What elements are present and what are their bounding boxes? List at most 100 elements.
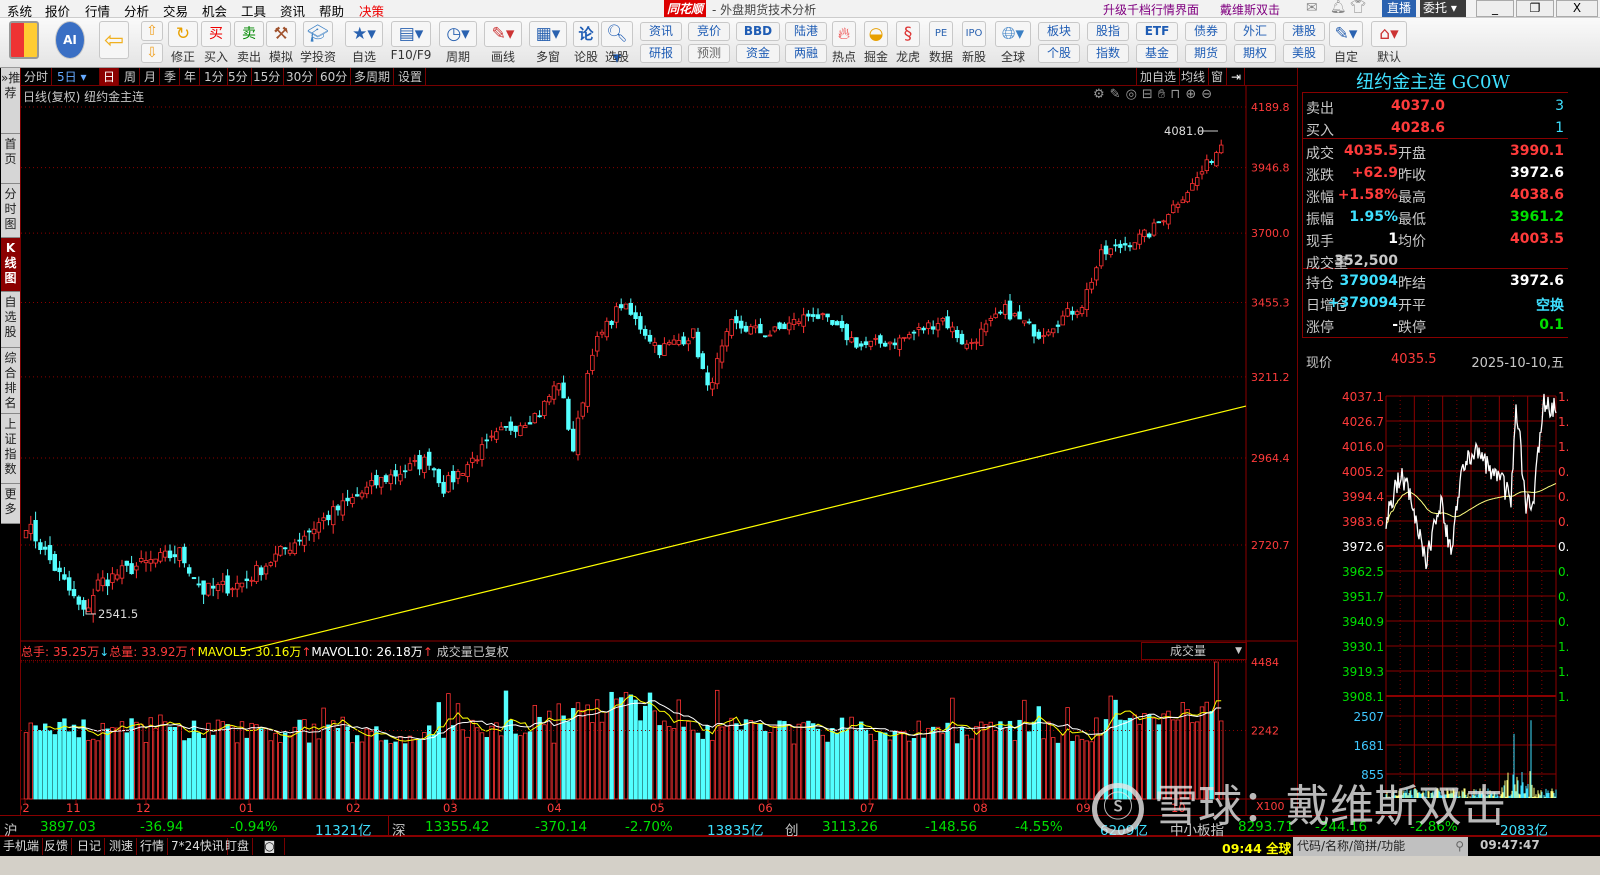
user-name[interactable]: 戴维斯双击	[1220, 1, 1280, 18]
arrow-down-icon[interactable]: ⇩	[141, 43, 163, 63]
candle-body	[306, 530, 312, 533]
candle-body	[806, 313, 811, 317]
default-button[interactable]: ⌂▾ 默认	[1370, 21, 1408, 65]
status-diary[interactable]: 日记	[74, 838, 106, 855]
volume-bar	[95, 740, 101, 800]
index-name[interactable]: 沪	[4, 819, 18, 839]
simulate-button[interactable]: ⚒ 模拟	[266, 21, 296, 65]
tab-sh-index[interactable]: 上证指数	[1, 414, 20, 484]
learn-button[interactable]: 🎓︎ 学投资	[299, 21, 337, 65]
ai-button[interactable]: AI	[52, 21, 88, 65]
layout-button[interactable]	[6, 21, 42, 65]
hk-stock-button[interactable]: 港股	[1283, 22, 1325, 41]
status-feedback[interactable]: 反馈	[41, 838, 73, 855]
multiwindow-button[interactable]: ▦▾ 多窗	[528, 21, 568, 65]
index-change: -148.56	[925, 819, 978, 835]
hk-connect-button[interactable]: 陆港	[785, 22, 827, 41]
status-market[interactable]: 行情	[137, 838, 169, 855]
tab-intraday[interactable]: 分时图	[1, 184, 20, 238]
status-watch[interactable]: 盯盘	[222, 838, 254, 855]
quote-label: 涨跌	[1306, 168, 1334, 184]
period-button[interactable]: ◷▾ 周期	[438, 21, 478, 65]
gold-dig-button[interactable]: ◒ 掘金	[862, 21, 890, 65]
live-button[interactable]: 直播	[1382, 0, 1416, 17]
research-button[interactable]: 研报	[640, 44, 682, 63]
candlestick-chart[interactable]: 4189.8 3946.8 3700.0 3455.3 3211.2 2964.4 2720…	[21, 68, 1298, 815]
volume-bar	[671, 728, 677, 800]
hot-button[interactable]: 🔥︎ 热点	[830, 21, 858, 65]
index-name[interactable]: 深	[392, 819, 406, 839]
tab-home[interactable]: 首页	[1, 134, 20, 184]
volume-bar	[522, 732, 528, 800]
tab-watchlist[interactable]: 自选股	[1, 292, 20, 348]
quote-label: 昨收	[1398, 168, 1426, 184]
tab-kline[interactable]: K线图	[1, 238, 20, 292]
forecast-button[interactable]: 预测	[688, 44, 730, 63]
tab-recommend[interactable]: »推荐	[1, 68, 20, 134]
options-button[interactable]: 期权	[1234, 44, 1276, 63]
custom-button[interactable]: ✎▾ 自定	[1328, 21, 1364, 65]
tab-more[interactable]: 更多	[1, 484, 20, 524]
volume-bar	[388, 743, 393, 800]
candle-body	[95, 579, 101, 591]
status-speedtest[interactable]: 测速	[106, 838, 138, 855]
dragon-tiger-button[interactable]: § 龙虎	[894, 21, 922, 65]
fund-button[interactable]: 基金	[1136, 44, 1178, 63]
status-mobile[interactable]: 手机端	[0, 838, 44, 855]
minimize-button[interactable]: _	[1476, 0, 1514, 17]
buy-button[interactable]: 买买入	[201, 21, 231, 65]
sector-button[interactable]: 板块	[1038, 22, 1080, 41]
robot-icon[interactable]: ◙	[255, 838, 285, 855]
stock-picker-button[interactable]: 🔍︎▾ 选股	[600, 21, 634, 68]
news-ticker[interactable]: 09:44 全球	[1222, 838, 1291, 857]
bell-icon[interactable]: 🔔︎	[1330, 0, 1347, 15]
low-annotation: 2541.5	[98, 607, 138, 621]
quote-value: 1	[1388, 231, 1398, 247]
bbd-button[interactable]: BBD	[736, 22, 780, 41]
forum-button[interactable]: 论论股	[572, 21, 600, 65]
stock-button[interactable]: 个股	[1038, 44, 1080, 63]
kline-chart-panel[interactable]: 分时 5日 ▾ 日 周 月 季 年 1分 5分 15分 30分 60分 多周期 …	[20, 68, 1298, 815]
correct-button[interactable]: ↻ 修正	[168, 21, 198, 65]
status-news-724[interactable]: 7*24快讯	[168, 838, 228, 855]
index-button[interactable]: 指数	[1087, 44, 1129, 63]
etf-button[interactable]: ETF	[1136, 22, 1178, 41]
indicator-select[interactable]: 成交量 ▼	[1141, 642, 1247, 660]
search-icon: ⚲	[1455, 839, 1464, 853]
auction-button[interactable]: 竞价	[688, 22, 730, 41]
watchlist-button[interactable]: ★▾ 自选	[344, 21, 384, 65]
draw-button[interactable]: ✎▾ 画线	[483, 21, 523, 65]
upgrade-link[interactable]: 升级千档行情界面	[1103, 1, 1199, 18]
funds-button[interactable]: 资金	[736, 44, 780, 63]
mail-icon[interactable]: ✉	[1306, 0, 1318, 16]
margin-button[interactable]: 两融	[785, 44, 827, 63]
news-button[interactable]: 资讯	[640, 22, 682, 41]
quote-label: 持仓	[1306, 276, 1334, 292]
tab-ranking[interactable]: 综合排名	[1, 348, 20, 414]
date-tick-label: 05	[650, 801, 665, 815]
back-button[interactable]: ⇦	[96, 21, 132, 65]
us-stock-button[interactable]: 美股	[1283, 44, 1325, 63]
index-name[interactable]: 创	[785, 819, 799, 839]
shirt-icon[interactable]: 👕︎	[1350, 0, 1367, 15]
f10-button[interactable]: ▤▾ F10/F9	[388, 21, 434, 65]
sell-button[interactable]: 卖卖出	[234, 21, 264, 65]
search-input[interactable]: 代码/名称/简拼/功能 ⚲	[1293, 837, 1468, 856]
page-up-down[interactable]: ⇧ ⇩	[140, 21, 164, 65]
data-button[interactable]: PE 数据	[927, 21, 955, 65]
ipo-button[interactable]: IPO 新股	[960, 21, 988, 65]
bond-button[interactable]: 债券	[1185, 22, 1227, 41]
index-name[interactable]: 中小板指	[1170, 819, 1224, 839]
futures-button[interactable]: 期货	[1185, 44, 1227, 63]
intraday-mini-chart[interactable]: 4037.11.62%4026.71.36%4016.01.09%4005.20…	[1298, 373, 1600, 815]
date-tick-label: 07	[860, 801, 875, 815]
restore-button[interactable]: ❐	[1516, 0, 1554, 17]
index-futures-button[interactable]: 股指	[1087, 22, 1129, 41]
arrow-up-icon[interactable]: ⇧	[141, 21, 163, 41]
volume-bar	[398, 736, 403, 800]
global-button[interactable]: 🌐︎▾ 全球	[994, 21, 1032, 65]
candle-body	[647, 334, 653, 342]
entrust-button[interactable]: 委托 ▾	[1420, 0, 1466, 17]
forex-button[interactable]: 外汇	[1234, 22, 1276, 41]
close-button[interactable]: X	[1556, 0, 1598, 17]
